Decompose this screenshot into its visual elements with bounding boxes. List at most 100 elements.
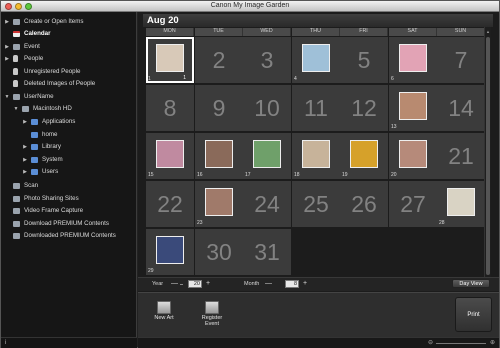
- photo-thumbnail[interactable]: [399, 140, 427, 168]
- zoom-out-icon[interactable]: ⊖: [428, 339, 433, 346]
- sidebar-item-deleted-images-of-people[interactable]: Deleted Images of People: [1, 78, 136, 90]
- day-cell[interactable]: 11: [292, 85, 340, 131]
- month-header: Aug 20: [143, 14, 493, 27]
- day-view-button[interactable]: Day View: [452, 279, 490, 288]
- sidebar-item-users[interactable]: ▶ Users: [1, 166, 136, 178]
- sidebar-item-video-frame-capture[interactable]: Video Frame Capture: [1, 205, 136, 217]
- disclosure-expanded-icon[interactable]: ▼: [13, 103, 19, 115]
- sidebar-item-home[interactable]: home: [1, 129, 136, 141]
- sidebar-item-macintosh-hd[interactable]: ▼ Macintosh HD: [1, 103, 136, 115]
- folder-icon: [31, 157, 38, 163]
- day-cell[interactable]: 13: [389, 85, 437, 131]
- day-cell[interactable]: 6: [389, 37, 437, 83]
- sidebar-item-download-premium-contents[interactable]: Download PREMIUM Contents: [1, 218, 136, 230]
- day-cell[interactable]: 9: [195, 85, 243, 131]
- zoom-slider[interactable]: [436, 343, 486, 344]
- day-cell[interactable]: 5: [340, 37, 388, 83]
- photo-thumbnail[interactable]: [156, 236, 184, 264]
- zoom-in-icon[interactable]: ⊕: [490, 339, 495, 346]
- register-event-button[interactable]: Register Event: [194, 301, 230, 327]
- day-cell[interactable]: 22: [146, 181, 194, 227]
- photo-thumbnail[interactable]: [253, 140, 281, 168]
- disclosure-collapsed-icon[interactable]: ▶: [22, 154, 28, 166]
- sidebar-item-username[interactable]: ▼ UserName: [1, 91, 136, 103]
- sidebar-item-unregistered-people[interactable]: Unregistered People: [1, 66, 136, 78]
- date-controls: Year — 20 + Month — 8 +: [138, 277, 499, 291]
- sidebar-item-system[interactable]: ▶ System: [1, 154, 136, 166]
- year-field[interactable]: 20: [188, 280, 202, 288]
- day-number: 5: [357, 47, 371, 73]
- day-cell[interactable]: 20: [389, 133, 437, 179]
- day-cell[interactable]: 16: [195, 133, 243, 179]
- sidebar-item-downloaded-premium-contents[interactable]: Downloaded PREMIUM Contents: [1, 230, 136, 242]
- photo-thumbnail[interactable]: [205, 188, 233, 216]
- day-cell[interactable]: 25: [292, 181, 340, 227]
- sidebar-item-people[interactable]: ▶ People: [1, 53, 136, 65]
- sidebar-item-label: UserName: [24, 93, 54, 100]
- photo-thumbnail[interactable]: [447, 188, 475, 216]
- disclosure-collapsed-icon[interactable]: ▶: [4, 53, 10, 65]
- new-art-button[interactable]: New Art: [148, 301, 180, 321]
- disclosure-expanded-icon[interactable]: ▼: [4, 91, 10, 103]
- photo-thumbnail[interactable]: [302, 44, 330, 72]
- sidebar-item-create-or-open-items[interactable]: ▶ Create or Open Items: [1, 16, 136, 28]
- day-cell[interactable]: 18: [292, 133, 340, 179]
- year-increase-button[interactable]: +: [206, 280, 210, 287]
- month-field[interactable]: 8: [285, 280, 299, 288]
- sidebar-info-button[interactable]: i: [1, 337, 137, 348]
- day-cell[interactable]: 12: [340, 85, 388, 131]
- day-cell[interactable]: 8: [146, 85, 194, 131]
- folder-icon: [31, 169, 38, 175]
- calendar-scrollbar[interactable]: ▲: [484, 27, 491, 285]
- photo-thumbnail[interactable]: [399, 92, 427, 120]
- sidebar-item-label: Applications: [42, 118, 76, 125]
- day-number: 7: [454, 47, 468, 73]
- sidebar-item-event[interactable]: ▶ Event: [1, 41, 136, 53]
- day-cell[interactable]: 7: [437, 37, 485, 83]
- day-cell[interactable]: 11: [146, 37, 194, 83]
- day-cell[interactable]: 26: [340, 181, 388, 227]
- day-number: 17: [245, 172, 251, 178]
- day-cell[interactable]: 15: [146, 133, 194, 179]
- scrollbar-thumb[interactable]: [486, 37, 490, 275]
- sidebar-item-library[interactable]: ▶ Library: [1, 141, 136, 153]
- disclosure-collapsed-icon[interactable]: ▶: [22, 166, 28, 178]
- photo-thumbnail[interactable]: [302, 140, 330, 168]
- day-cell[interactable]: 31: [243, 229, 291, 275]
- new-art-label: New Art: [154, 315, 174, 321]
- disclosure-collapsed-icon[interactable]: ▶: [4, 41, 10, 53]
- day-cell[interactable]: 24: [243, 181, 291, 227]
- sidebar-item-photo-sharing-sites[interactable]: Photo Sharing Sites: [1, 193, 136, 205]
- disclosure-collapsed-icon[interactable]: ▶: [22, 116, 28, 128]
- scroll-up-icon[interactable]: ▲: [485, 29, 491, 34]
- photo-thumbnail[interactable]: [156, 140, 184, 168]
- sidebar-item-calendar[interactable]: Calendar: [1, 28, 136, 40]
- disclosure-collapsed-icon[interactable]: ▶: [22, 141, 28, 153]
- day-cell[interactable]: 4: [292, 37, 340, 83]
- day-cell[interactable]: 28: [437, 181, 485, 227]
- day-cell[interactable]: 30: [195, 229, 243, 275]
- photo-thumbnail[interactable]: [156, 44, 184, 72]
- day-number: 31: [254, 239, 280, 265]
- day-cell[interactable]: 21: [437, 133, 485, 179]
- photo-thumbnail[interactable]: [205, 140, 233, 168]
- day-cell[interactable]: 17: [243, 133, 291, 179]
- day-cell[interactable]: 27: [389, 181, 437, 227]
- disclosure-collapsed-icon[interactable]: ▶: [4, 16, 10, 28]
- sidebar-item-applications[interactable]: ▶ Applications: [1, 116, 136, 128]
- day-cell[interactable]: 2: [195, 37, 243, 83]
- photo-thumbnail[interactable]: [350, 140, 378, 168]
- day-cell[interactable]: 23: [195, 181, 243, 227]
- sidebar-item-scan[interactable]: Scan: [1, 180, 136, 192]
- day-cell[interactable]: 14: [437, 85, 485, 131]
- day-cell[interactable]: 10: [243, 85, 291, 131]
- day-cell[interactable]: 3: [243, 37, 291, 83]
- year-decrease-button[interactable]: —: [171, 280, 178, 287]
- day-cell[interactable]: 19: [340, 133, 388, 179]
- month-increase-button[interactable]: +: [303, 280, 307, 287]
- sidebar-item-label: Unregistered People: [24, 68, 81, 75]
- month-decrease-button[interactable]: —: [265, 280, 272, 287]
- day-cell[interactable]: 29: [146, 229, 194, 275]
- print-button[interactable]: Print: [455, 297, 492, 332]
- photo-thumbnail[interactable]: [399, 44, 427, 72]
